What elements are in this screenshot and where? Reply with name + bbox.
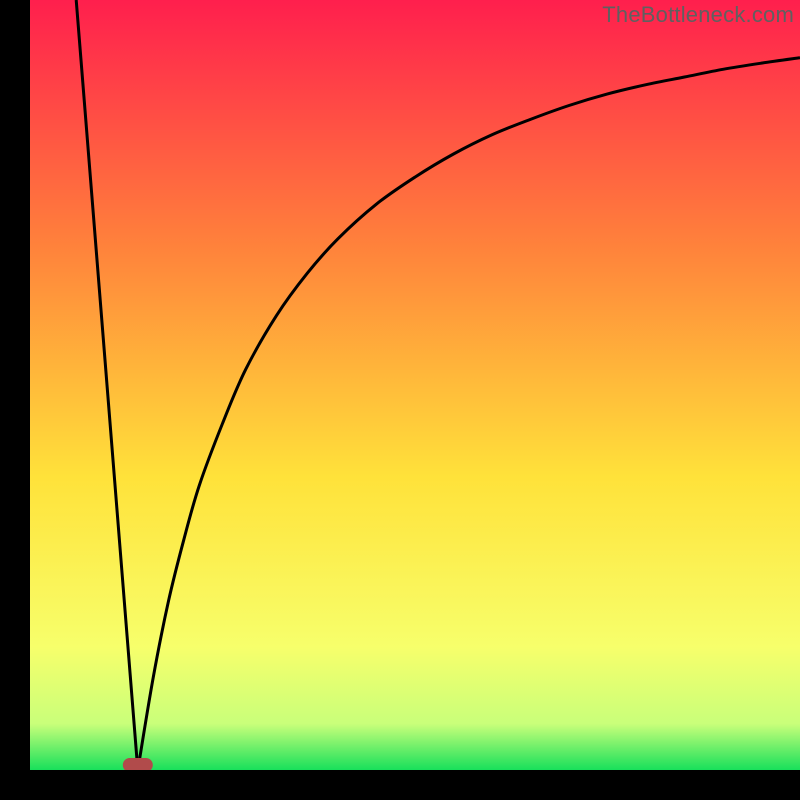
chart-canvas [30, 0, 800, 770]
chart-frame: TheBottleneck.com [0, 0, 800, 800]
plot-area [30, 0, 800, 770]
optimum-marker [123, 758, 153, 770]
attribution-text: TheBottleneck.com [602, 2, 794, 28]
gradient-background [30, 0, 800, 770]
